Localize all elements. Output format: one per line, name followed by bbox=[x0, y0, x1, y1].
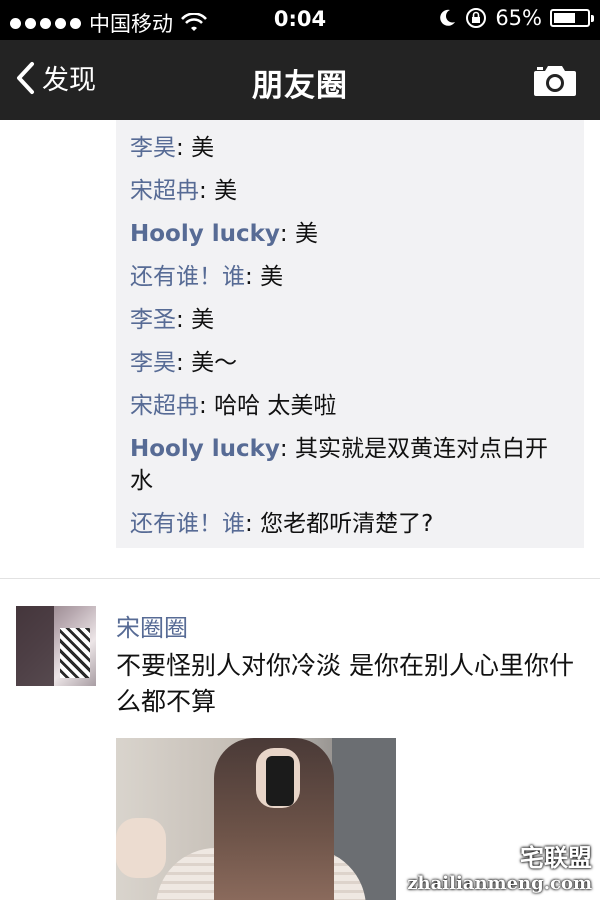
comment-text: 哈哈 太美啦 bbox=[214, 393, 337, 419]
comment-text: 美 bbox=[191, 307, 215, 333]
watermark-url: zhailianmeng.com bbox=[407, 873, 592, 894]
comment-text: 美 bbox=[214, 178, 238, 204]
comment-item: Hooly lucky: 其实就是双黄连对点白开水 bbox=[130, 433, 584, 497]
comment-text: 美 bbox=[260, 264, 284, 290]
rotation-lock-icon bbox=[466, 8, 487, 28]
comment-author[interactable]: 李圣 bbox=[130, 307, 176, 333]
comment-item: 李昊: 美 bbox=[130, 132, 584, 164]
comment-text: 美 bbox=[191, 135, 215, 161]
comment-text: 美～ bbox=[191, 350, 238, 376]
comment-author[interactable]: 还有谁！谁 bbox=[130, 264, 245, 290]
battery-icon bbox=[550, 9, 594, 27]
nav-bar: 发现 朋友圈 bbox=[0, 40, 600, 120]
moon-icon bbox=[440, 9, 456, 26]
avatar[interactable] bbox=[16, 606, 96, 686]
battery-percent: 65% bbox=[495, 6, 542, 30]
comment-separator: : bbox=[279, 221, 295, 247]
watermark-brand: 宅联盟 bbox=[520, 843, 592, 872]
comment-text: 您老都听清楚了? bbox=[260, 511, 434, 537]
comment-separator: : bbox=[199, 393, 215, 419]
comment-author[interactable]: 李昊 bbox=[130, 350, 176, 376]
status-right: 65% bbox=[437, 6, 594, 30]
comment-item: 还有谁！谁: 美 bbox=[130, 261, 584, 293]
comment-item: 宋超冉: 美 bbox=[130, 175, 584, 207]
comment-author[interactable]: 宋超冉 bbox=[130, 393, 199, 419]
post-photo[interactable] bbox=[116, 738, 396, 900]
comment-separator: : bbox=[199, 178, 215, 204]
post-text: 不要怪别人对你冷淡 是你在别人心里你什么都不算 bbox=[116, 651, 574, 716]
comment-item: 还有谁！谁: 您老都听清楚了? bbox=[130, 508, 584, 540]
comment-separator: : bbox=[176, 307, 192, 333]
comment-list: 李昊: 美宋超冉: 美 Hooly lucky: 美还有谁！谁: 美李圣: 美李昊… bbox=[116, 120, 584, 548]
comment-separator: : bbox=[176, 350, 192, 376]
comment-author[interactable]: 宋超冉 bbox=[130, 178, 199, 204]
status-bar: 中国移动 0:04 65% bbox=[0, 0, 600, 40]
comment-item: 李圣: 美 bbox=[130, 304, 584, 336]
comment-author[interactable]: 李昊 bbox=[130, 135, 176, 161]
comment-item: 宋超冉: 哈哈 太美啦 bbox=[130, 390, 584, 422]
comment-text: 美 bbox=[294, 221, 318, 247]
comment-author[interactable]: 还有谁！谁 bbox=[130, 511, 245, 537]
comment-separator: : bbox=[245, 511, 261, 537]
battery-fill bbox=[554, 13, 575, 23]
comment-author[interactable]: Hooly lucky bbox=[130, 221, 280, 247]
comment-separator: : bbox=[176, 135, 192, 161]
post-divider bbox=[0, 578, 600, 579]
comment-author[interactable]: Hooly lucky bbox=[130, 436, 280, 462]
camera-icon[interactable] bbox=[532, 62, 578, 98]
comment-separator: : bbox=[245, 264, 261, 290]
watermark: 宅联盟 zhailianmeng.com bbox=[407, 838, 592, 894]
comment-item: Hooly lucky: 美 bbox=[130, 218, 584, 250]
post-author[interactable]: 宋圈圈 bbox=[116, 608, 188, 643]
page-title: 朋友圈 bbox=[252, 68, 348, 104]
comment-item: 李昊: 美～ bbox=[130, 347, 584, 379]
comment-separator: : bbox=[279, 436, 295, 462]
